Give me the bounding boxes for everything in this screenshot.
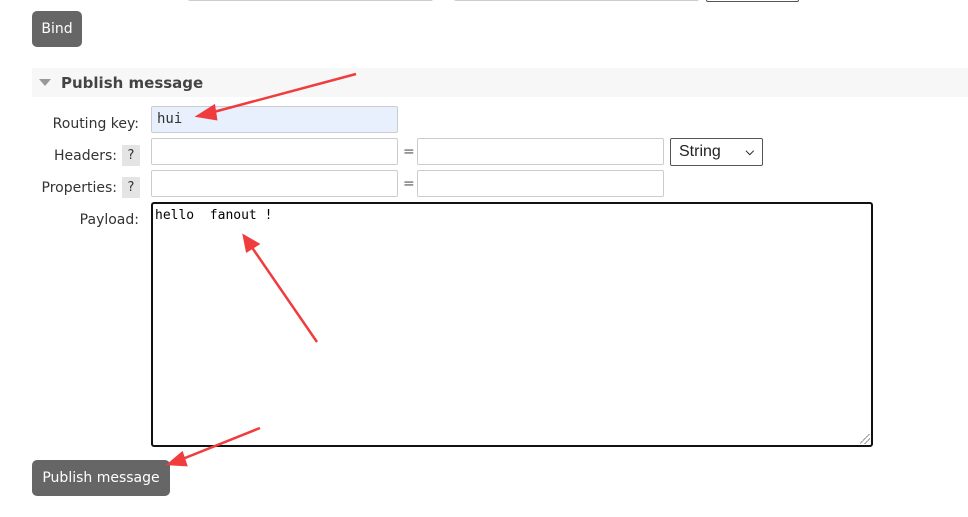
routing-key-input[interactable]: hui — [151, 106, 398, 133]
arrowhead-icon — [165, 450, 188, 467]
property-value-input[interactable] — [417, 170, 664, 197]
publish-message-section-header[interactable]: Publish message — [32, 68, 968, 97]
header-key-input[interactable] — [151, 138, 398, 165]
headers-help-button[interactable]: ? — [122, 145, 140, 166]
headers-label: Headers: — [54, 148, 117, 164]
equals-sign: = — [403, 144, 415, 160]
collapse-triangle-icon — [39, 79, 51, 86]
properties-label: Properties: — [41, 180, 117, 196]
top-input-1[interactable] — [188, 0, 433, 1]
payload-textarea[interactable]: hello fanout ! — [151, 202, 873, 447]
equals-sign: = — [403, 176, 415, 192]
section-title: Publish message — [61, 73, 204, 92]
routing-key-label: Routing key: — [52, 116, 139, 132]
header-value-input[interactable] — [417, 138, 664, 165]
payload-label: Payload: — [79, 212, 139, 228]
top-select[interactable] — [706, 0, 799, 2]
resize-handle-icon[interactable] — [860, 434, 870, 444]
properties-help-button[interactable]: ? — [122, 177, 140, 198]
header-type-value: String — [679, 143, 721, 160]
top-input-2[interactable] — [454, 0, 699, 1]
header-type-select[interactable]: String ⌵ — [670, 138, 763, 166]
bind-button[interactable]: Bind — [32, 11, 82, 47]
publish-message-button[interactable]: Publish message — [32, 460, 170, 496]
property-key-input[interactable] — [151, 170, 398, 197]
chevron-down-icon: ⌵ — [745, 145, 754, 158]
